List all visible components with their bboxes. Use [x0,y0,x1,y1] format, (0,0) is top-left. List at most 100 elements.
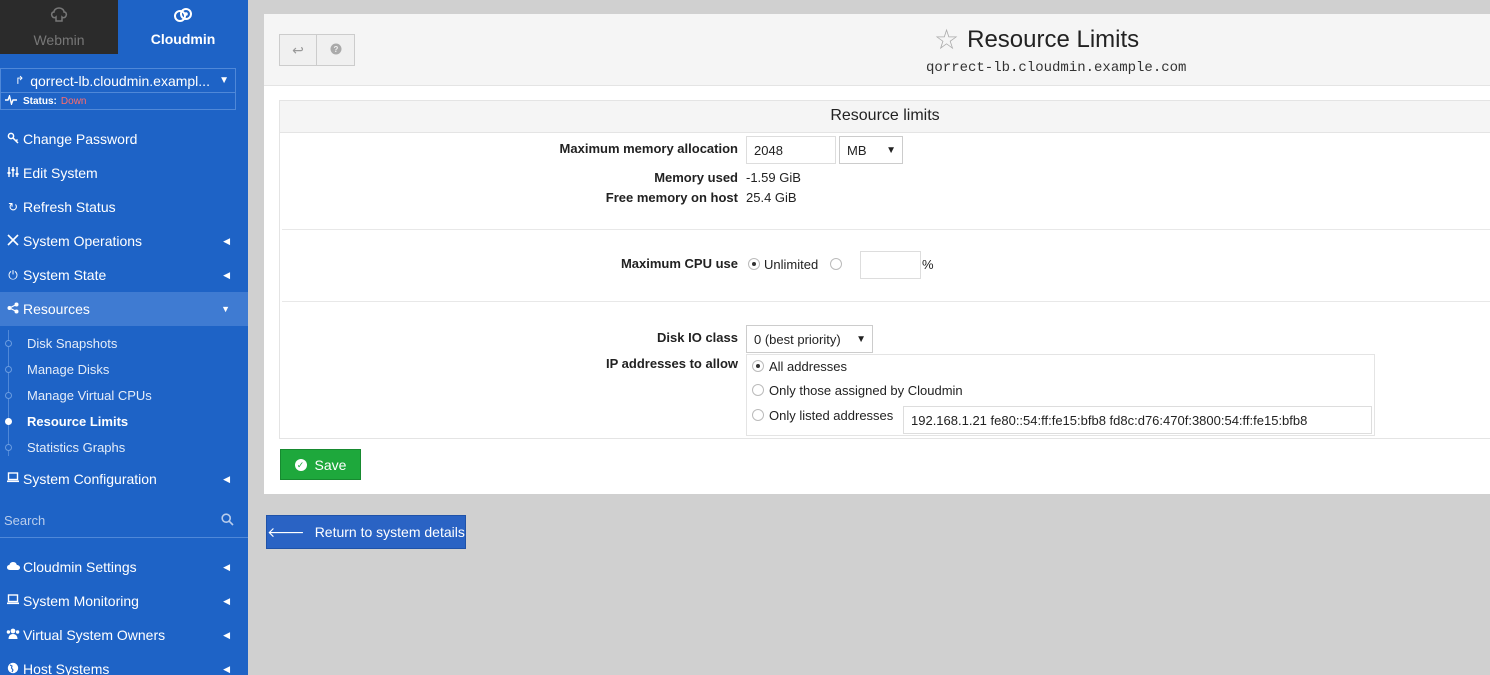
sidebar-item-label: Refresh Status [23,199,116,215]
sidebar-item-label: Cloudmin Settings [23,559,137,575]
free-memory-value: 25.4 GiB [746,190,797,205]
sidebar-item-label: System Operations [23,233,143,249]
cpu-unlimited-radio[interactable] [748,258,760,270]
save-button[interactable]: ✓ Save [280,449,361,480]
sidebar-item-label: Change Password [23,131,138,147]
host-selector-box: ↱ qorrect-lb.cloudmin.exampl... ▼ Status… [0,68,236,110]
chevron-left-icon: ◀ [223,561,230,572]
sidebar-item-virtual-system-owners[interactable]: Virtual System Owners ◀ [0,618,248,652]
back-button[interactable]: ↩ [279,34,317,66]
sidebar-item-host-systems[interactable]: Host Systems ◀ [0,652,248,675]
chevron-down-icon: ▼ [886,144,896,156]
tab-webmin-label: Webmin [33,32,85,48]
chevron-left-icon: ◀ [223,235,230,246]
resources-submenu: Disk Snapshots Manage Disks Manage Virtu… [0,326,248,462]
resource-limits-form: Resource limits Maximum memory allocatio… [279,100,1490,439]
cpu-percent-input[interactable] [860,251,921,279]
sidebar-subitem-resource-limits[interactable]: Resource Limits [0,408,248,434]
sidebar-item-resources[interactable]: Resources ▼ [0,292,248,326]
memory-unit-select[interactable]: MB ▼ [839,136,903,164]
save-button-label: Save [314,456,347,473]
sidebar-tabs: Webmin Cloudmin [0,0,248,54]
host-link-icon: ↱ [15,75,25,87]
star-icon[interactable]: ☆ [934,26,959,54]
sidebar-subitem-statistics-graphs[interactable]: Statistics Graphs [0,434,248,460]
sidebar-item-system-state[interactable]: ⏻ System State ◀ [0,258,248,292]
chevron-down-icon: ▼ [221,304,230,314]
refresh-icon: ↻ [7,200,19,214]
host-select[interactable]: ↱ qorrect-lb.cloudmin.exampl... ▼ [1,69,235,93]
laptop-icon [4,472,22,486]
max-memory-input[interactable]: 2048 [746,136,836,164]
max-memory-label: Maximum memory allocation [559,141,738,156]
laptop-icon [4,594,22,608]
disk-io-value: 0 (best priority) [754,331,841,347]
sidebar-item-label: System State [23,267,107,283]
ip-listed-radio[interactable] [752,409,764,421]
sidebar-subitem-label: Statistics Graphs [27,439,126,455]
sidebar-subitem-label: Manage Virtual CPUs [27,387,152,403]
return-button-label: Return to system details [314,524,465,540]
help-button[interactable]: ? [317,34,355,66]
power-icon: ⏻ [8,267,18,282]
sidebar-subitem-label: Manage Disks [27,361,110,377]
svg-text:?: ? [333,45,338,54]
page-title: Resource Limits [967,26,1140,53]
globe-icon [4,662,22,675]
sidebar: Webmin Cloudmin ↱ qorrect-lb.cloudmin.ex… [0,0,248,675]
cpu-unlimited-label: Unlimited [764,257,819,272]
memory-unit-value: MB [847,142,867,158]
users-icon [4,628,22,642]
sidebar-nav-bottom: Cloudmin Settings ◀ System Monitoring ◀ … [0,550,248,675]
ip-allow-box: All addresses Only those assigned by Clo… [746,354,1375,436]
chevron-left-icon: ◀ [223,269,230,280]
cpu-percent-radio[interactable] [830,258,842,270]
ip-listed-input[interactable]: 192.168.1.21 fe80::54:ff:fe15:bfb8 fd8c:… [903,406,1372,434]
tab-webmin[interactable]: Webmin [0,0,118,54]
status-label: Status: [23,96,57,107]
sidebar-subitem-manage-virtual-cpus[interactable]: Manage Virtual CPUs [0,382,248,408]
sidebar-item-change-password[interactable]: Change Password [0,122,248,156]
chevron-left-icon: ◀ [223,595,230,606]
check-circle-icon: ✓ [294,458,307,471]
search-icon[interactable] [221,513,234,529]
form-section-title: Resource limits [280,101,1490,133]
sidebar-item-label: Resources [23,301,90,317]
ip-allow-label: IP addresses to allow [606,356,738,371]
disk-io-select[interactable]: 0 (best priority) ▼ [746,325,873,353]
sidebar-nav: Change Password Edit System ↻ Refresh St… [0,122,248,326]
bullet-icon [5,418,12,425]
sidebar-item-edit-system[interactable]: Edit System [0,156,248,190]
sidebar-subitem-manage-disks[interactable]: Manage Disks [0,356,248,382]
tools-icon [4,233,22,249]
chevron-left-icon: ◀ [223,473,230,484]
memory-used-value: -1.59 GiB [746,170,801,185]
search-input[interactable] [4,513,204,528]
cpu-percent-suffix: % [922,257,934,272]
cloudmin-icon [172,7,194,27]
sidebar-nav-config: System Configuration ◀ [0,462,248,496]
return-to-system-details-button[interactable]: 🡐 Return to system details [266,515,466,549]
host-status: Status: Down [1,93,235,110]
sidebar-subitem-disk-snapshots[interactable]: Disk Snapshots [0,330,248,356]
ip-all-radio[interactable] [752,360,764,372]
cloud-icon [4,560,22,574]
help-icon: ? [330,42,342,58]
header-button-group: ↩ ? [279,34,355,66]
sidebar-item-system-configuration[interactable]: System Configuration ◀ [0,462,248,496]
sidebar-item-system-monitoring[interactable]: System Monitoring ◀ [0,584,248,618]
memory-used-label: Memory used [654,170,738,185]
sidebar-item-label: Host Systems [23,661,110,675]
sidebar-item-cloudmin-settings[interactable]: Cloudmin Settings ◀ [0,550,248,584]
arrow-left-icon: 🡐 [267,523,305,540]
sidebar-item-system-operations[interactable]: System Operations ◀ [0,224,248,258]
share-icon [4,302,22,317]
sidebar-item-label: Edit System [23,165,98,181]
sidebar-item-label: System Configuration [23,471,157,487]
ip-assigned-radio[interactable] [752,384,764,396]
tab-cloudmin[interactable]: Cloudmin [118,0,248,54]
chevron-down-icon: ▼ [219,75,229,86]
ip-listed-label: Only listed addresses [769,408,894,423]
heartbeat-icon [5,93,17,108]
sidebar-item-refresh-status[interactable]: ↻ Refresh Status [0,190,248,224]
